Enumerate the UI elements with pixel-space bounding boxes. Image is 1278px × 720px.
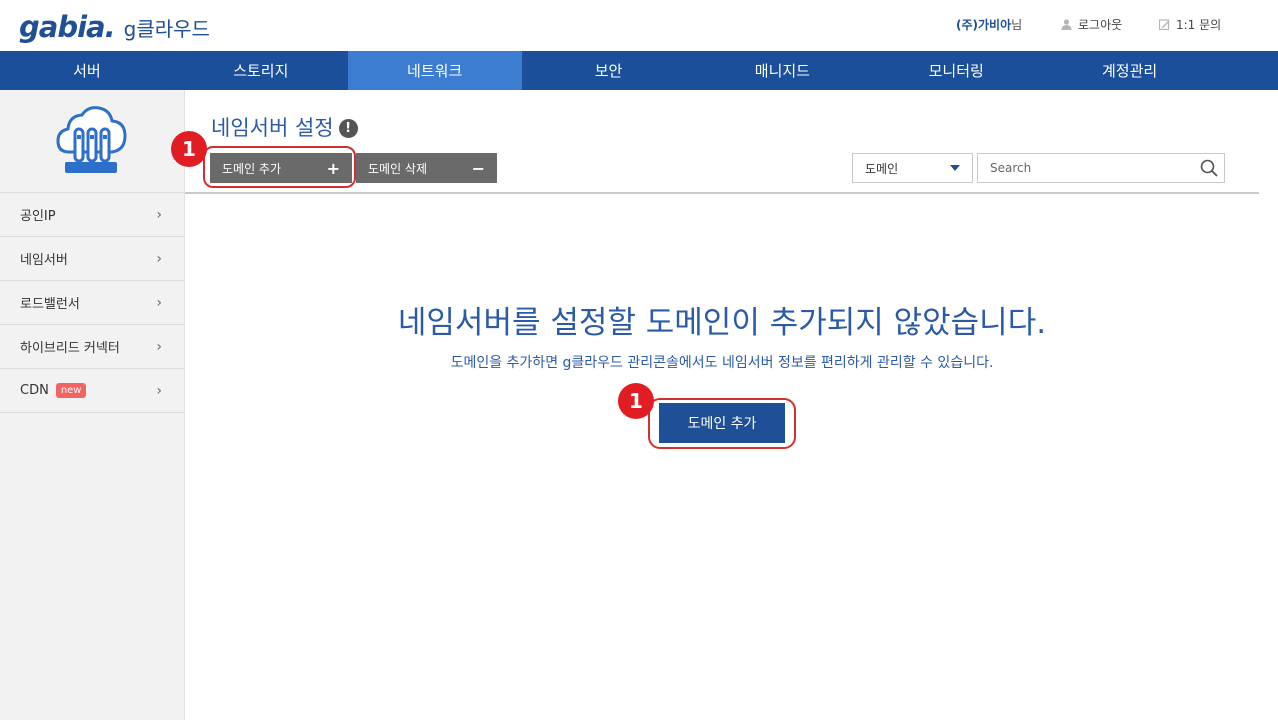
sidebar-item-label: 로드밸런서 bbox=[20, 297, 80, 312]
nav-item-server[interactable]: 서버 bbox=[0, 51, 174, 90]
inquiry-label: 1:1 문의 bbox=[1176, 18, 1222, 32]
sidebar-item-nameserver[interactable]: 네임서버 › bbox=[0, 237, 184, 281]
new-badge: new bbox=[55, 383, 87, 398]
add-domain-primary-button[interactable]: 도메인 추가 bbox=[659, 403, 785, 443]
sidebar-item-label: 공인IP bbox=[20, 209, 56, 224]
select-value: 도메인 bbox=[865, 161, 899, 176]
sidebar-header bbox=[0, 90, 184, 193]
caret-down-icon bbox=[950, 165, 960, 171]
inquiry-link[interactable]: 1:1 문의 bbox=[1158, 16, 1222, 33]
top-header: gabia. g클라우드 (주)가비아 님 로그아웃 1:1 문의 bbox=[0, 0, 1278, 51]
empty-state-subtitle: 도메인을 추가하면 g클라우드 관리콘솔에서도 네임서버 정보를 편리하게 관리… bbox=[450, 355, 994, 371]
company-suffix: 님 bbox=[1011, 18, 1023, 32]
network-cloud-icon bbox=[55, 104, 129, 178]
nav-item-account[interactable]: 계정관리 bbox=[1043, 51, 1278, 90]
sidebar: 공인IP › 네임서버 › 로드밸런서 › 하이브리드 커넥터 › CDN new… bbox=[0, 90, 185, 720]
nav-item-network[interactable]: 네트워크 bbox=[347, 51, 522, 90]
sidebar-item-public-ip[interactable]: 공인IP › bbox=[0, 193, 184, 237]
chevron-right-icon: › bbox=[156, 294, 162, 311]
callout-marker: 1 bbox=[618, 383, 654, 419]
logout-link[interactable]: 로그아웃 bbox=[1061, 16, 1122, 33]
cdn-label: CDN bbox=[20, 383, 49, 398]
page-title-text: 네임서버 설정 bbox=[211, 116, 334, 140]
edit-icon bbox=[1158, 19, 1170, 31]
nav-item-managed[interactable]: 매니지드 bbox=[695, 51, 869, 90]
add-domain-label: 도메인 추가 bbox=[222, 161, 282, 176]
nav-item-storage[interactable]: 스토리지 bbox=[174, 51, 348, 90]
logo-mark: gabia. bbox=[19, 10, 116, 44]
sidebar-item-label: CDN new bbox=[20, 383, 87, 398]
main-content: 네임서버 설정 ! 1 도메인 추가 + 도메인 삭제 − 도메인 네임서버를 … bbox=[171, 90, 1278, 720]
sidebar-item-label: 네임서버 bbox=[20, 253, 68, 268]
nav-item-security[interactable]: 보안 bbox=[522, 51, 696, 90]
delete-domain-label: 도메인 삭제 bbox=[368, 161, 428, 176]
callout-marker: 1 bbox=[171, 131, 207, 167]
nav-item-monitoring[interactable]: 모니터링 bbox=[869, 51, 1043, 90]
logo-subtitle: g클라우드 bbox=[123, 16, 210, 41]
search-icon[interactable] bbox=[1194, 154, 1224, 182]
add-domain-button[interactable]: 도메인 추가 + bbox=[210, 153, 352, 183]
page-title: 네임서버 설정 ! bbox=[211, 112, 358, 142]
company-label: (주)가비아 bbox=[956, 18, 1012, 32]
chevron-right-icon: › bbox=[156, 250, 162, 267]
search-filter-select[interactable]: 도메인 bbox=[852, 153, 973, 183]
company-name: (주)가비아 님 bbox=[956, 16, 1022, 33]
minus-icon: − bbox=[471, 158, 485, 178]
sidebar-item-hybrid-connector[interactable]: 하이브리드 커넥터 › bbox=[0, 325, 184, 369]
sidebar-item-load-balancer[interactable]: 로드밸런서 › bbox=[0, 281, 184, 325]
empty-state-title: 네임서버를 설정할 도메인이 추가되지 않았습니다. bbox=[397, 305, 1047, 341]
sidebar-item-cdn[interactable]: CDN new › bbox=[0, 369, 184, 413]
plus-icon: + bbox=[326, 158, 340, 178]
main-nav: 서버 스토리지 네트워크 보안 매니지드 모니터링 계정관리 bbox=[0, 51, 1278, 90]
header-divider bbox=[185, 192, 1259, 194]
user-icon bbox=[1061, 19, 1072, 30]
search-box bbox=[977, 153, 1225, 183]
sidebar-item-label: 하이브리드 커넥터 bbox=[20, 341, 120, 356]
chevron-right-icon: › bbox=[156, 382, 162, 399]
gabia-logo[interactable]: gabia. g클라우드 bbox=[19, 10, 210, 44]
search-input[interactable] bbox=[978, 154, 1194, 182]
info-icon[interactable]: ! bbox=[338, 118, 358, 138]
chevron-right-icon: › bbox=[156, 338, 162, 355]
chevron-right-icon: › bbox=[156, 206, 162, 223]
logout-label: 로그아웃 bbox=[1078, 18, 1123, 32]
delete-domain-button[interactable]: 도메인 삭제 − bbox=[356, 153, 497, 183]
